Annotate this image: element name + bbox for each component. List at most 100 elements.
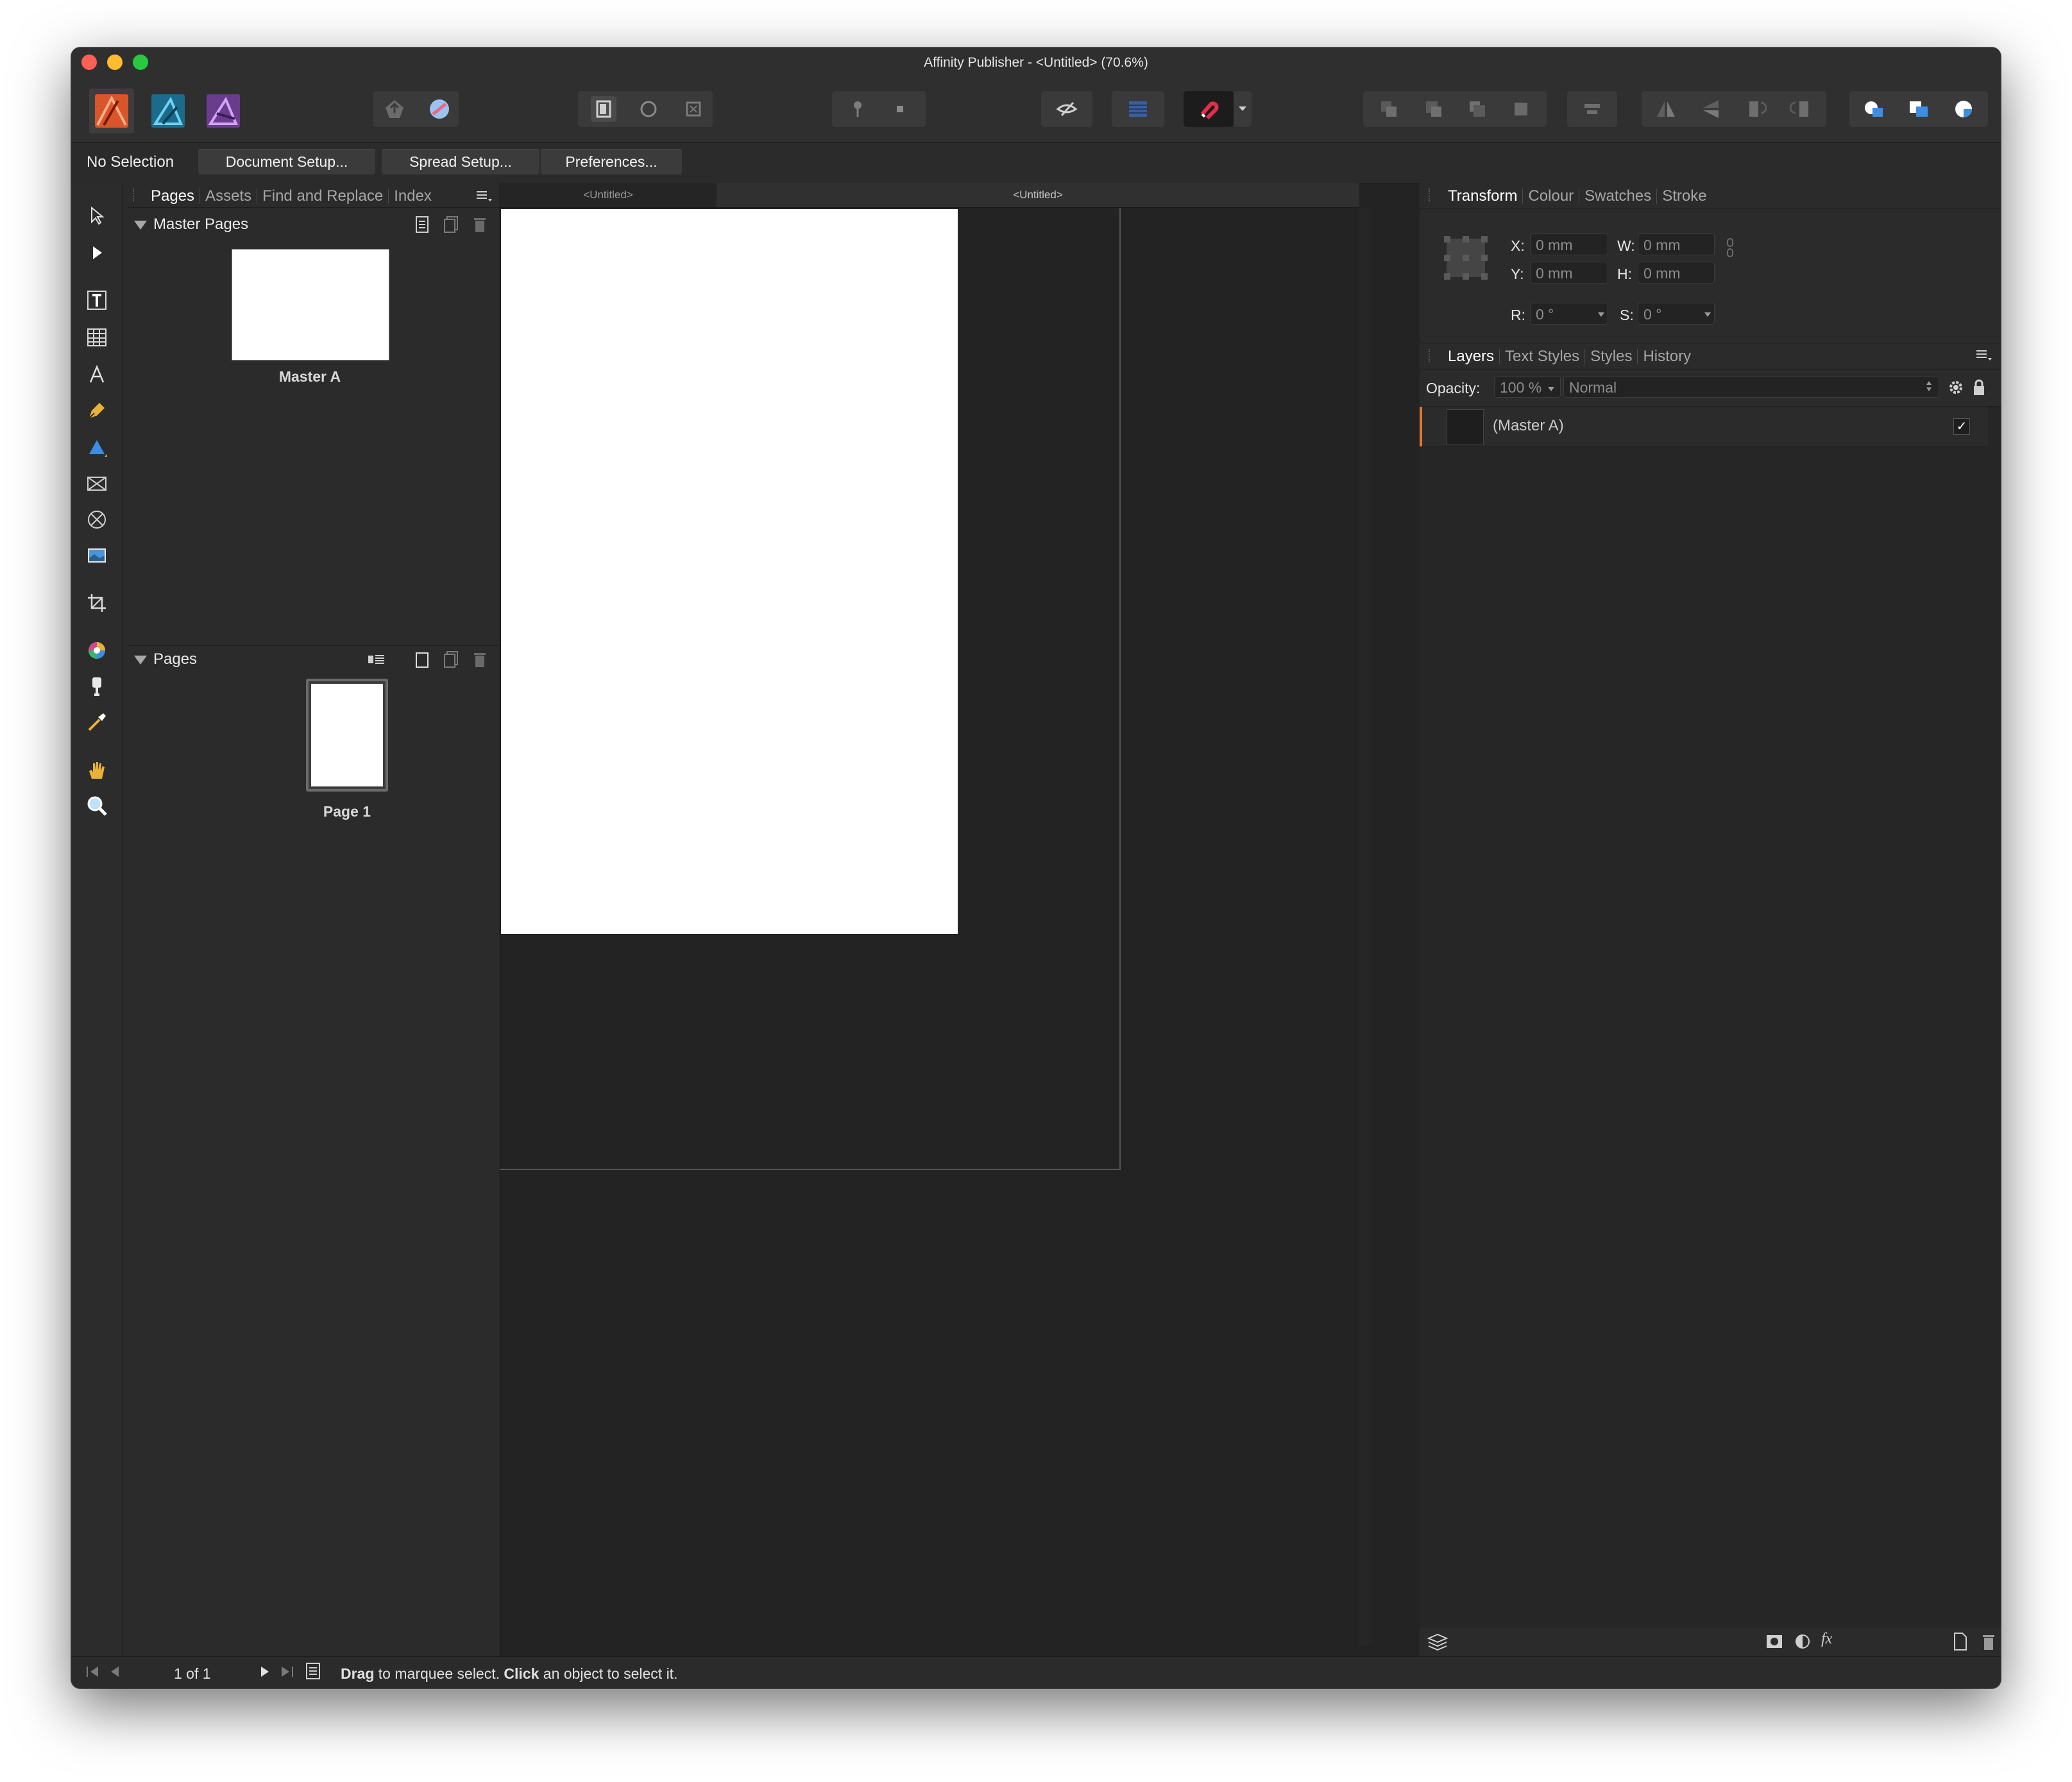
y-field[interactable]: 0 mm <box>1530 262 1608 284</box>
flip-horizontal-icon[interactable] <box>1653 96 1679 122</box>
move-tool-icon[interactable] <box>80 199 114 232</box>
publish-icon[interactable] <box>382 96 407 122</box>
artistic-text-tool-icon[interactable] <box>80 358 114 391</box>
view-mode-icon[interactable] <box>591 96 616 122</box>
intersect-boolean-icon[interactable] <box>1951 96 1976 122</box>
pages-options-icon[interactable] <box>366 650 386 668</box>
fill-tool-icon[interactable] <box>80 670 114 703</box>
last-page-icon[interactable] <box>280 1664 294 1679</box>
next-page-icon[interactable] <box>259 1664 271 1679</box>
pen-tool-icon[interactable] <box>80 394 114 427</box>
tab-layers[interactable]: Layers <box>1443 349 1499 364</box>
fx-icon[interactable]: fx <box>1821 1631 1840 1650</box>
adjustment-layer-icon[interactable] <box>1793 1632 1812 1651</box>
crop-tool-icon[interactable] <box>80 586 114 620</box>
tab-find-and-replace[interactable]: Find and Replace <box>257 189 388 204</box>
place-image-tool-icon[interactable] <box>80 539 114 572</box>
picture-frame-tool-icon[interactable] <box>80 467 114 500</box>
tab-stroke[interactable]: Stroke <box>1656 189 1711 204</box>
square-icon[interactable] <box>887 96 913 122</box>
designer-persona-icon[interactable] <box>146 89 191 133</box>
arrange-back-icon[interactable] <box>1376 96 1402 122</box>
page-1-thumbnail[interactable] <box>306 679 388 792</box>
share-icon[interactable] <box>427 96 452 122</box>
flip-vertical-icon[interactable] <box>1698 96 1724 122</box>
document-setup-button[interactable]: Document Setup... <box>198 149 375 174</box>
circle-mode-icon[interactable] <box>636 96 661 122</box>
w-field[interactable]: 0 mm <box>1638 233 1715 255</box>
master-pages-disclosure-icon[interactable] <box>134 221 147 230</box>
layer-settings-gear-icon[interactable] <box>1947 378 1965 396</box>
document-tab-1[interactable]: <Untitled> <box>500 183 717 207</box>
blend-mode-select[interactable]: Normal <box>1563 376 1939 398</box>
pin-icon[interactable] <box>845 96 870 122</box>
arrange-backward-icon[interactable] <box>1421 96 1447 122</box>
layer-name[interactable]: (Master A) <box>1493 417 1564 435</box>
duplicate-page-icon[interactable] <box>443 650 460 668</box>
photo-persona-icon[interactable] <box>201 89 246 133</box>
tab-text-styles[interactable]: Text Styles <box>1499 349 1584 364</box>
mask-layer-icon[interactable] <box>1765 1632 1784 1651</box>
pages-disclosure-icon[interactable] <box>134 656 147 665</box>
rotate-left-icon[interactable] <box>1743 96 1769 122</box>
anchor-selector-icon[interactable] <box>1441 233 1490 282</box>
add-boolean-icon[interactable] <box>1861 96 1887 122</box>
rotation-dropdown-icon[interactable] <box>1598 309 1604 317</box>
previous-page-icon[interactable] <box>108 1664 121 1679</box>
add-master-icon[interactable] <box>414 216 430 233</box>
opacity-dropdown-icon[interactable] <box>1548 384 1554 391</box>
colour-picker-tool-icon[interactable] <box>80 634 114 667</box>
duplicate-master-icon[interactable] <box>443 216 460 233</box>
hand-tool-icon[interactable] <box>80 753 114 786</box>
tab-colour[interactable]: Colour <box>1522 189 1579 204</box>
x-field[interactable]: 0 mm <box>1530 233 1608 255</box>
tab-assets[interactable]: Assets <box>200 189 257 204</box>
align-icon[interactable] <box>1567 91 1617 127</box>
rotation-field[interactable]: 0 ° <box>1530 303 1608 325</box>
shear-field[interactable]: 0 ° <box>1638 303 1715 325</box>
arrange-front-icon[interactable] <box>1508 96 1534 122</box>
tab-index[interactable]: Index <box>388 189 437 204</box>
frame-text-tool-icon[interactable] <box>80 284 114 317</box>
document-tab-2[interactable]: <Untitled> <box>717 183 1359 207</box>
table-tool-icon[interactable] <box>80 321 114 354</box>
tab-pages[interactable]: Pages <box>146 189 200 204</box>
master-a-thumbnail[interactable] <box>232 249 389 361</box>
ellipse-frame-tool-icon[interactable] <box>80 503 114 536</box>
delete-page-icon[interactable] <box>471 650 488 668</box>
preview-icon[interactable] <box>1041 91 1092 127</box>
layer-visibility-checkbox[interactable]: ✓ <box>1953 418 1970 435</box>
zoom-tool-icon[interactable] <box>80 789 114 822</box>
add-layer-icon[interactable] <box>1952 1632 1969 1651</box>
shear-dropdown-icon[interactable] <box>1704 309 1711 317</box>
baseline-grid-icon[interactable] <box>1112 91 1164 127</box>
snapping-magnet-icon[interactable] <box>1184 91 1234 127</box>
pages-view-icon[interactable] <box>305 1661 321 1681</box>
add-page-icon[interactable] <box>414 650 430 668</box>
eyedropper-tool-icon[interactable] <box>80 706 114 739</box>
tab-styles[interactable]: Styles <box>1584 349 1637 364</box>
shape-tool-icon[interactable] <box>80 431 114 464</box>
preferences-button[interactable]: Preferences... <box>541 149 682 174</box>
rotate-right-icon[interactable] <box>1788 96 1813 122</box>
panel-menu-icon[interactable] <box>477 190 493 203</box>
page-canvas[interactable] <box>501 209 958 934</box>
delete-master-icon[interactable] <box>471 216 488 233</box>
blend-mode-stepper-icon[interactable] <box>1925 378 1933 394</box>
lock-layer-icon[interactable] <box>1971 378 1987 396</box>
lock-aspect-chain-icon[interactable] <box>1725 237 1735 258</box>
clip-mode-icon[interactable] <box>681 96 706 122</box>
layers-stack-icon[interactable] <box>1427 1632 1448 1651</box>
vertical-scrollbar[interactable] <box>1359 208 1372 1645</box>
spread-setup-button[interactable]: Spread Setup... <box>382 149 539 174</box>
snapping-dropdown-icon[interactable] <box>1234 91 1252 127</box>
tab-swatches[interactable]: Swatches <box>1579 189 1656 204</box>
delete-layer-icon[interactable] <box>1980 1632 1997 1651</box>
publisher-persona-icon[interactable] <box>89 89 134 133</box>
subtract-boolean-icon[interactable] <box>1906 96 1932 122</box>
h-field[interactable]: 0 mm <box>1638 262 1715 284</box>
node-tool-icon[interactable] <box>80 236 114 269</box>
layers-menu-icon[interactable] <box>1976 349 1993 362</box>
arrange-forward-icon[interactable] <box>1465 96 1490 122</box>
tab-history[interactable]: History <box>1637 349 1696 364</box>
